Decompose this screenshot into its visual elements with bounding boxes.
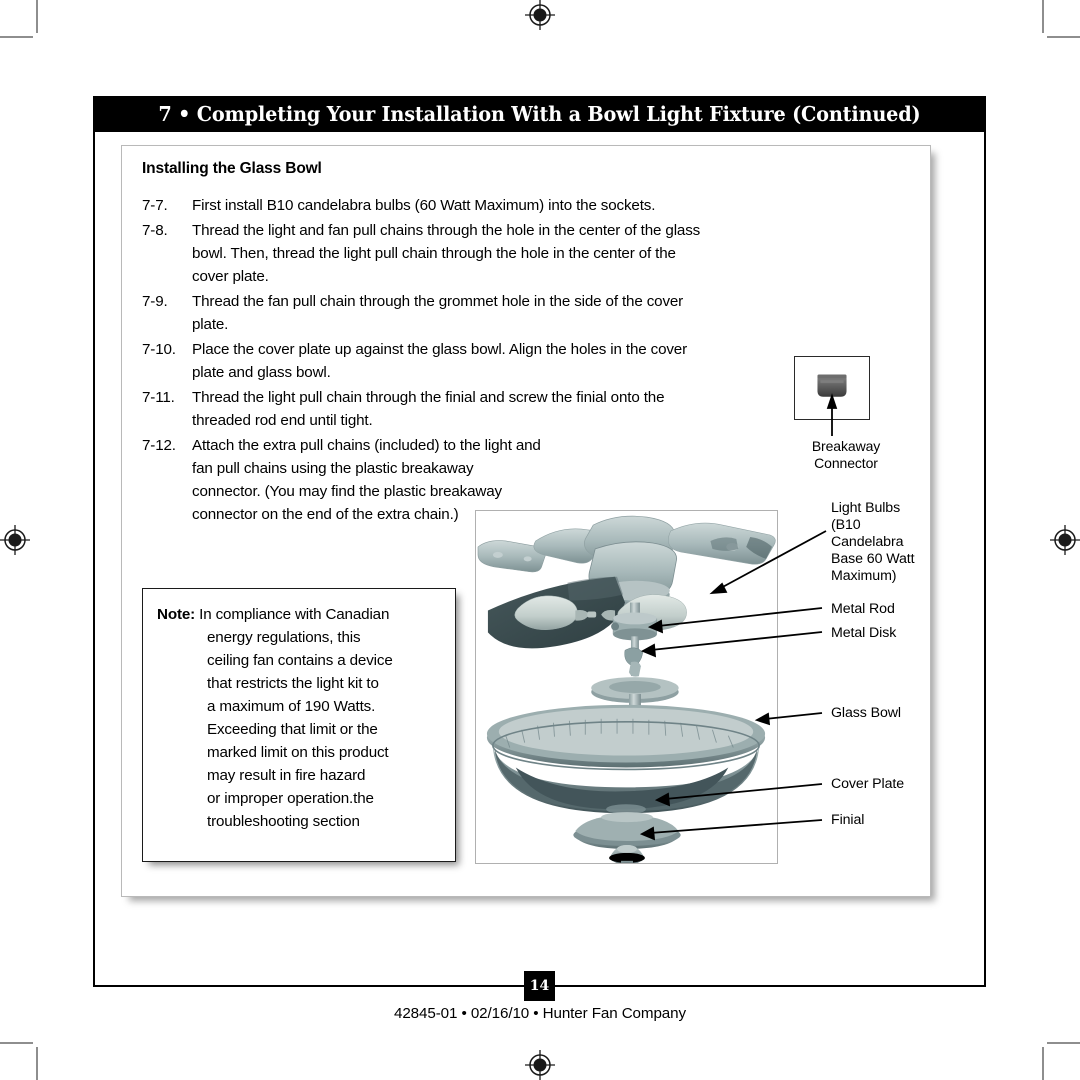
breakaway-connector-icon [817, 374, 847, 397]
note-first-line: In compliance with Canadian [199, 606, 390, 623]
crop-mark-top-right-horizontal [1047, 36, 1080, 38]
step-text: Thread the light and fan pull chains thr… [192, 222, 701, 285]
fan-assembly-illustration [475, 510, 778, 864]
breakaway-connector-inset [794, 356, 870, 420]
crop-mark-top-left-horizontal [0, 36, 33, 38]
crop-mark-bottom-right-vertical [1042, 1047, 1044, 1080]
callout-metal-disk: Metal Disk [831, 625, 897, 641]
crop-mark-bottom-right-horizontal [1047, 1042, 1080, 1044]
instruction-step: 7-9. Thread the fan pull chain through t… [142, 290, 702, 336]
note-label: Note: [157, 606, 196, 623]
crop-mark-bottom-left-vertical [36, 1047, 38, 1080]
instruction-step: 7-8. Thread the light and fan pull chain… [142, 219, 702, 288]
step-number: 7-12. [142, 437, 176, 454]
note-line: Exceeding that limit or the [207, 721, 378, 738]
step-number: 7-7. [142, 197, 168, 214]
crop-mark-top-left-vertical [36, 0, 38, 33]
instruction-step: 7-11. Thread the light pull chain throug… [142, 386, 702, 432]
step-number: 7-8. [142, 222, 168, 239]
section-title-bar: 7 • Completing Your Installation With a … [93, 96, 986, 132]
breakaway-connector-caption: Breakaway Connector [811, 438, 881, 471]
registration-mark-bottom [525, 1050, 555, 1080]
callout-finial: Finial [831, 812, 865, 828]
note-box: Note: In compliance with Canadian energy… [142, 588, 456, 862]
note-line: marked limit on this product [207, 744, 389, 761]
step-text: Thread the fan pull chain through the gr… [192, 293, 684, 333]
instruction-step: 7-7. First install B10 candelabra bulbs … [142, 194, 702, 217]
note-line: that restricts the light kit to [207, 675, 379, 692]
instruction-step: 7-10. Place the cover plate up against t… [142, 338, 702, 384]
ceiling-fan-exploded-diagram [477, 515, 776, 863]
step-text: First install B10 candelabra bulbs (60 W… [192, 197, 656, 214]
note-content: Note: In compliance with Canadian energy… [143, 589, 455, 833]
registration-mark-top [525, 0, 555, 30]
callout-glass-bowl: Glass Bowl [831, 705, 901, 721]
registration-mark-left [0, 525, 30, 555]
note-line: energy regulations, this [207, 629, 361, 646]
registration-mark-right [1050, 525, 1080, 555]
page-number-badge: 14 [524, 971, 555, 1001]
crop-mark-bottom-left-horizontal [0, 1042, 33, 1044]
step-number: 7-11. [142, 389, 175, 406]
note-line: or improper operation.the [207, 790, 374, 807]
callout-light-bulbs: Light Bulbs (B10 Candelabra Base 60 Watt… [831, 500, 915, 584]
note-line: a maximum of 190 Watts. [207, 698, 376, 715]
note-line: ceiling fan contains a device [207, 652, 393, 669]
note-line: may result in fire hazard [207, 767, 366, 784]
step-text: Thread the light pull chain through the … [192, 389, 665, 429]
step-text: Place the cover plate up against the gla… [192, 341, 688, 381]
page-title: 7 • Completing Your Installation With a … [158, 102, 921, 126]
note-line: troubleshooting section [207, 813, 360, 830]
instructions-column: Installing the Glass Bowl 7-7. First ins… [142, 160, 702, 528]
crop-mark-top-right-vertical [1042, 0, 1044, 33]
callout-metal-rod: Metal Rod [831, 601, 895, 617]
step-number: 7-9. [142, 293, 168, 310]
section-heading: Installing the Glass Bowl [142, 160, 322, 177]
step-number: 7-10. [142, 341, 176, 358]
footer-imprint: 42845-01 • 02/16/10 • Hunter Fan Company [393, 1005, 686, 1022]
callout-cover-plate: Cover Plate [831, 776, 905, 792]
